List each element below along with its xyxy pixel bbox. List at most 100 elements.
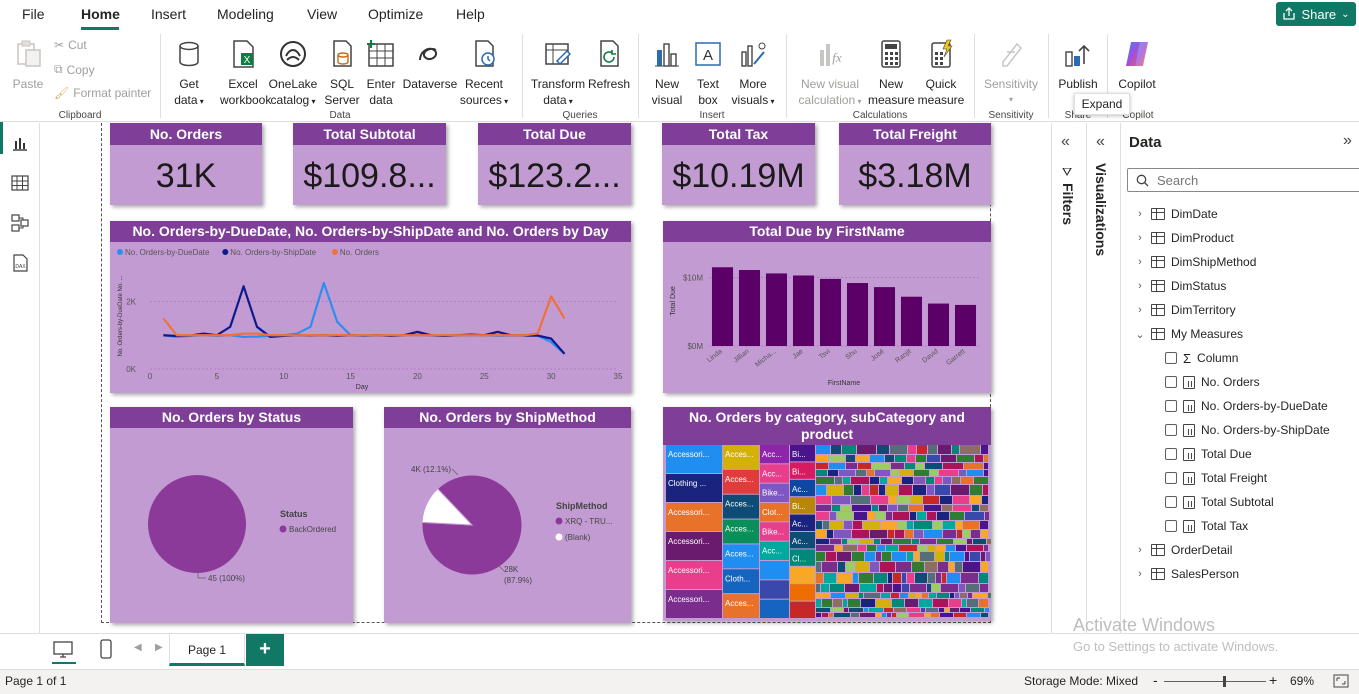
more-visuals-button[interactable]: More visuals ▾ [728, 34, 778, 110]
cut-button[interactable]: ✂ Cut [54, 38, 87, 52]
onelake-catalog-button[interactable]: OneLake catalog ▾ [268, 34, 318, 110]
chevron-down-icon[interactable]: ⌄ [1135, 328, 1145, 341]
sql-server-button[interactable]: SQL Server [322, 34, 362, 108]
chevron-left-icon[interactable]: ◀ [134, 642, 142, 653]
treemap-tile [870, 485, 878, 495]
expand-icon[interactable]: « [1096, 133, 1105, 151]
kpi-card-total-tax[interactable]: Total Tax $10.19M [662, 123, 815, 205]
field-checkbox[interactable] [1165, 376, 1177, 388]
copy-button[interactable]: ⧉ Copy [54, 62, 95, 77]
treemap-orders-by-category[interactable]: Accessori... Clothing ... Accessori... Acce… [663, 407, 991, 621]
field-checkbox[interactable] [1165, 520, 1177, 532]
tab-modeling[interactable]: Modeling [217, 6, 274, 22]
field-node[interactable]: Σ Column [1165, 349, 1238, 367]
chevron-right-icon[interactable]: › [1135, 280, 1145, 292]
zoom-slider[interactable] [1164, 676, 1266, 687]
treemap-tile [898, 521, 906, 529]
table-node[interactable]: › DimShipMethod [1135, 253, 1256, 271]
new-measure-button[interactable]: New measure [868, 34, 915, 108]
tab-optimize[interactable]: Optimize [368, 6, 423, 22]
field-node[interactable]: No. Orders-by-DueDate [1165, 397, 1328, 415]
chevron-right-icon[interactable]: › [1135, 568, 1145, 580]
zoom-slider-thumb[interactable] [1223, 676, 1227, 687]
format-painter-button[interactable]: 🖌 Format painter [54, 86, 151, 100]
fit-to-page-icon[interactable] [1333, 674, 1349, 688]
excel-workbook-button[interactable]: X Excel workbook [220, 34, 271, 108]
kpi-card-total-subtotal[interactable]: Total Subtotal $109.8... [293, 123, 446, 205]
quick-measure-button[interactable]: Quick measure [916, 34, 966, 108]
tab-view[interactable]: View [307, 6, 337, 22]
paste-button[interactable]: Paste [8, 34, 48, 92]
field-checkbox[interactable] [1165, 472, 1177, 484]
table-node[interactable]: › DimStatus [1135, 277, 1226, 295]
tab-file[interactable]: File [22, 6, 45, 22]
recent-sources-button[interactable]: Recent sources ▾ [458, 34, 510, 110]
dax-query-view-icon[interactable]: DAX [10, 253, 30, 273]
visualizations-pane[interactable]: « Visualizations [1086, 123, 1120, 633]
tab-help[interactable]: Help [456, 6, 485, 22]
field-node[interactable]: Total Subtotal [1165, 493, 1274, 511]
table-node[interactable]: › DimDate [1135, 205, 1218, 223]
field-checkbox[interactable] [1165, 424, 1177, 436]
refresh-button[interactable]: Refresh [587, 34, 631, 92]
pie-chart-orders-by-status[interactable]: Status BackOrdered 45 (100%) No. Orders by… [110, 407, 353, 623]
new-visual-calculation-button[interactable]: fx New visual calculation ▾ [794, 34, 866, 110]
field-node[interactable]: No. Orders [1165, 373, 1260, 391]
model-view-icon[interactable] [10, 213, 30, 233]
field-node[interactable]: Total Freight [1165, 469, 1267, 487]
text-box-button[interactable]: A Text box [690, 34, 726, 108]
chevron-right-icon[interactable]: › [1135, 544, 1145, 556]
treemap-tile [880, 477, 887, 484]
table-node[interactable]: › DimTerritory [1135, 301, 1236, 319]
transform-data-button[interactable]: Transform data ▾ [530, 34, 586, 110]
search-input[interactable] [1157, 172, 1337, 188]
table-node[interactable]: › DimProduct [1135, 229, 1234, 247]
report-view-icon[interactable] [10, 133, 30, 153]
field-checkbox[interactable] [1165, 352, 1177, 364]
kpi-card-no-orders[interactable]: No. Orders 31K [110, 123, 262, 205]
dataverse-button[interactable]: Dataverse [402, 34, 458, 92]
field-checkbox[interactable] [1165, 496, 1177, 508]
field-node[interactable]: No. Orders-by-ShipDate [1165, 421, 1330, 439]
tab-home[interactable]: Home [81, 6, 120, 22]
page-tab-1[interactable]: Page 1 [169, 634, 245, 666]
chevron-right-icon[interactable]: › [1135, 256, 1145, 268]
field-node[interactable]: Total Tax [1165, 517, 1248, 535]
collapse-right-icon[interactable]: » [1343, 132, 1352, 150]
new-visual-button[interactable]: New visual [646, 34, 688, 108]
field-node[interactable]: Total Due [1165, 445, 1252, 463]
table-view-icon[interactable] [10, 173, 30, 193]
search-field[interactable] [1127, 168, 1359, 192]
field-checkbox[interactable] [1165, 400, 1177, 412]
bar-chart-total-due-by-firstname[interactable]: $0M $10M Linda Jillian Micha... Jae Tsvi Shu Jos… [663, 221, 991, 393]
filters-pane[interactable]: « ⛛ Filters [1051, 123, 1086, 633]
get-data-button[interactable]: Get data ▾ [168, 34, 210, 110]
table-node[interactable]: ⌄ My Measures [1135, 325, 1243, 343]
table-node[interactable]: › OrderDetail [1135, 541, 1232, 559]
collapse-left-icon[interactable]: « [1061, 133, 1070, 151]
field-checkbox[interactable] [1165, 448, 1177, 460]
tab-insert[interactable]: Insert [151, 6, 186, 22]
enter-data-button[interactable]: Enter data [363, 34, 399, 108]
ribbon-separator [786, 34, 787, 118]
copilot-button[interactable]: Copilot [1112, 34, 1162, 92]
chevron-right-icon[interactable]: › [1135, 304, 1145, 316]
zoom-in-icon[interactable]: + [1269, 672, 1277, 688]
share-button[interactable]: Share ⌄ [1276, 2, 1356, 26]
pie-chart-orders-by-shipmethod[interactable]: ShipMethod XRQ - TRU... (Blank) 4K (12.1%) 2… [384, 407, 631, 623]
zoom-out-icon[interactable]: - [1153, 672, 1158, 688]
mobile-layout-icon[interactable] [99, 638, 113, 660]
chevron-right-icon[interactable]: › [1135, 208, 1145, 220]
kpi-card-total-freight[interactable]: Total Freight $3.18M [839, 123, 991, 205]
publish-button[interactable]: Publish [1056, 34, 1100, 92]
chevron-right-icon[interactable]: › [1135, 232, 1145, 244]
sensitivity-button[interactable]: Sensitivity ▾ [982, 34, 1040, 108]
kpi-card-total-due[interactable]: Total Due $123.2... [478, 123, 631, 205]
treemap-tile [928, 545, 935, 551]
treemap-tile [943, 477, 951, 484]
line-chart-orders-by-day[interactable]: No. Orders-by-DueDate No. Orders-by-ShipD… [110, 221, 631, 393]
chevron-right-icon[interactable]: ▶ [155, 642, 163, 653]
table-node[interactable]: › SalesPerson [1135, 565, 1239, 583]
add-page-button[interactable]: + [246, 634, 284, 666]
desktop-layout-icon[interactable] [52, 640, 74, 660]
